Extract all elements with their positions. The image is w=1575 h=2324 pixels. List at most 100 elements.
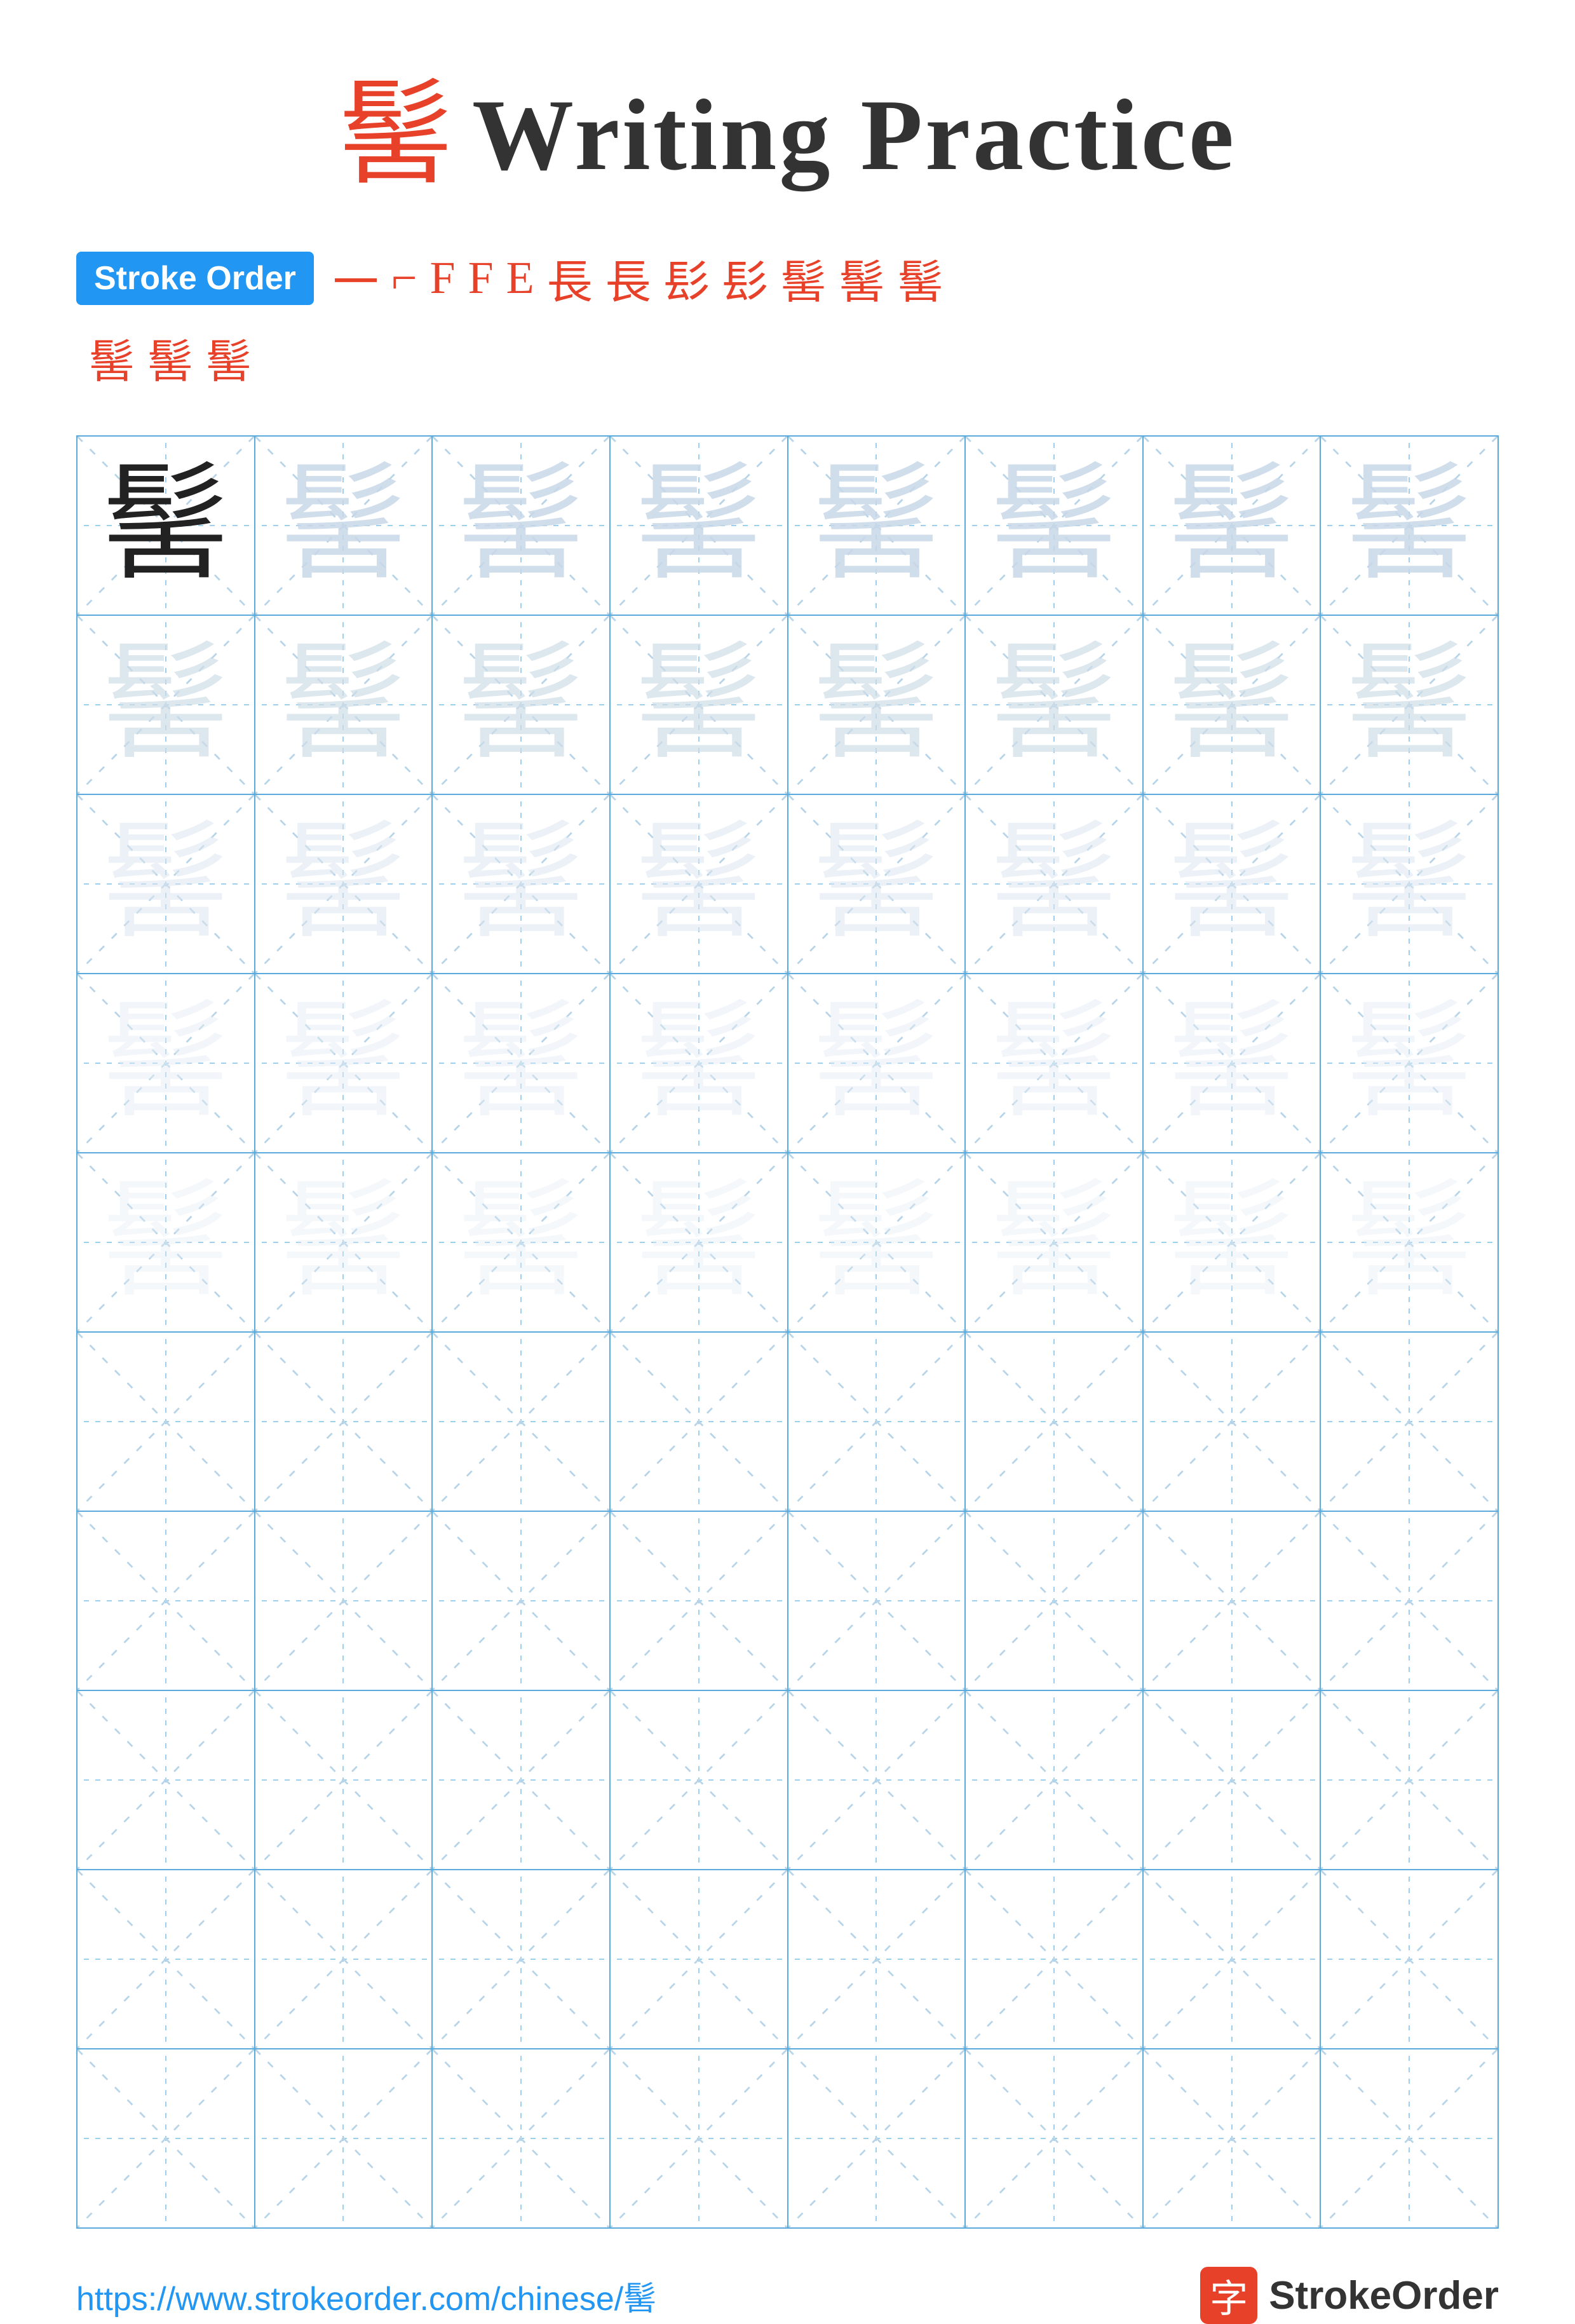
grid-cell[interactable] bbox=[1144, 2049, 1322, 2227]
grid-cell[interactable] bbox=[788, 1870, 966, 2048]
grid-cell[interactable] bbox=[966, 2049, 1144, 2227]
grid-cell[interactable] bbox=[966, 1870, 1144, 2048]
grid-cell[interactable] bbox=[255, 1691, 433, 1869]
grid-cell[interactable] bbox=[433, 1512, 611, 1690]
grid-cell[interactable] bbox=[1144, 1870, 1322, 2048]
grid-cell[interactable] bbox=[433, 1870, 611, 2048]
grid-cell[interactable] bbox=[433, 1691, 611, 1869]
diagonal-lines bbox=[611, 1512, 787, 1690]
grid-cell[interactable]: 髺 bbox=[966, 1153, 1144, 1331]
grid-cell[interactable]: 髺 bbox=[966, 437, 1144, 615]
grid-cell[interactable] bbox=[611, 1512, 788, 1690]
practice-character: 髺 bbox=[280, 462, 407, 589]
grid-cell[interactable]: 髺 bbox=[788, 1153, 966, 1331]
stroke-13: 髺 bbox=[89, 324, 135, 391]
grid-cell[interactable]: 髺 bbox=[255, 974, 433, 1152]
footer-url[interactable]: https://www.strokeorder.com/chinese/髺 bbox=[76, 2272, 656, 2320]
grid-cell[interactable] bbox=[788, 1333, 966, 1511]
grid-cell[interactable]: 髺 bbox=[1144, 974, 1322, 1152]
grid-cell[interactable] bbox=[966, 1691, 1144, 1869]
grid-cell[interactable]: 髺 bbox=[433, 616, 611, 794]
title-section: 髺 Writing Practice bbox=[339, 76, 1236, 194]
practice-character: 髺 bbox=[457, 641, 585, 768]
grid-cell[interactable]: 髺 bbox=[78, 795, 255, 973]
grid-cell[interactable] bbox=[1321, 1512, 1497, 1690]
grid-cell[interactable]: 髺 bbox=[1144, 616, 1322, 794]
grid-cell[interactable]: 髺 bbox=[611, 1153, 788, 1331]
grid-cell[interactable] bbox=[1321, 1870, 1497, 2048]
grid-cell[interactable]: 髺 bbox=[1321, 974, 1497, 1152]
grid-cell[interactable]: 髺 bbox=[788, 974, 966, 1152]
diagonal-lines bbox=[255, 1512, 432, 1690]
grid-cell[interactable]: 髺 bbox=[1321, 437, 1497, 615]
grid-cell[interactable] bbox=[966, 1512, 1144, 1690]
grid-cell[interactable]: 髺 bbox=[611, 437, 788, 615]
grid-cell[interactable]: 髺 bbox=[1144, 795, 1322, 973]
grid-cell[interactable] bbox=[78, 1691, 255, 1869]
grid-cell[interactable]: 髺 bbox=[788, 616, 966, 794]
grid-cell[interactable]: 髺 bbox=[78, 1153, 255, 1331]
grid-cell[interactable] bbox=[788, 1512, 966, 1690]
practice-character: 髺 bbox=[1168, 820, 1295, 948]
grid-cell[interactable]: 髺 bbox=[78, 437, 255, 615]
diagonal-lines bbox=[1321, 1512, 1497, 1690]
grid-cell[interactable]: 髺 bbox=[611, 974, 788, 1152]
grid-cell[interactable] bbox=[78, 1512, 255, 1690]
practice-character: 髺 bbox=[635, 820, 762, 948]
grid-cell[interactable] bbox=[1144, 1333, 1322, 1511]
grid-cell[interactable] bbox=[433, 2049, 611, 2227]
grid-cell[interactable]: 髺 bbox=[1321, 795, 1497, 973]
grid-cell[interactable] bbox=[255, 1512, 433, 1690]
grid-cell[interactable]: 髺 bbox=[788, 795, 966, 973]
grid-cell[interactable] bbox=[433, 1333, 611, 1511]
grid-cell[interactable]: 髺 bbox=[611, 795, 788, 973]
diagonal-lines bbox=[1144, 1870, 1320, 2048]
grid-cell[interactable]: 髺 bbox=[1144, 437, 1322, 615]
grid-cell[interactable] bbox=[78, 1333, 255, 1511]
grid-cell[interactable]: 髺 bbox=[788, 437, 966, 615]
grid-cell[interactable]: 髺 bbox=[255, 437, 433, 615]
grid-cell[interactable]: 髺 bbox=[966, 616, 1144, 794]
grid-cell[interactable]: 髺 bbox=[433, 437, 611, 615]
diagonal-lines bbox=[966, 1870, 1142, 2048]
stroke-12: 髺 bbox=[898, 245, 943, 311]
grid-cell[interactable] bbox=[1144, 1512, 1322, 1690]
grid-cell[interactable]: 髺 bbox=[255, 1153, 433, 1331]
grid-cell[interactable]: 髺 bbox=[611, 616, 788, 794]
grid-cell[interactable] bbox=[611, 1691, 788, 1869]
grid-row-4: 髺 髺 髺 髺 髺 髺 髺 bbox=[78, 974, 1497, 1153]
grid-cell[interactable]: 髺 bbox=[1321, 1153, 1497, 1331]
grid-cell[interactable]: 髺 bbox=[433, 795, 611, 973]
grid-cell[interactable] bbox=[1321, 1691, 1497, 1869]
grid-cell[interactable] bbox=[78, 1870, 255, 2048]
grid-cell[interactable]: 髺 bbox=[1321, 616, 1497, 794]
grid-cell[interactable] bbox=[966, 1333, 1144, 1511]
grid-cell[interactable] bbox=[611, 1870, 788, 2048]
grid-cell[interactable] bbox=[788, 1691, 966, 1869]
grid-cell[interactable] bbox=[1321, 2049, 1497, 2227]
grid-cell[interactable] bbox=[611, 2049, 788, 2227]
grid-cell[interactable] bbox=[788, 2049, 966, 2227]
grid-cell[interactable] bbox=[611, 1333, 788, 1511]
grid-cell[interactable] bbox=[1321, 1333, 1497, 1511]
grid-cell[interactable]: 髺 bbox=[433, 974, 611, 1152]
footer-logo-text: StrokeOrder bbox=[1269, 2273, 1499, 2318]
diagonal-lines bbox=[1321, 1691, 1497, 1869]
grid-cell[interactable]: 髺 bbox=[78, 974, 255, 1152]
grid-cell[interactable] bbox=[255, 1870, 433, 2048]
grid-cell[interactable]: 髺 bbox=[966, 974, 1144, 1152]
grid-cell[interactable]: 髺 bbox=[255, 795, 433, 973]
grid-cell[interactable]: 髺 bbox=[255, 616, 433, 794]
practice-character: 髺 bbox=[990, 1179, 1118, 1306]
grid-cell[interactable] bbox=[78, 2049, 255, 2227]
title-text: Writing Practice bbox=[472, 76, 1236, 194]
grid-cell[interactable] bbox=[1144, 1691, 1322, 1869]
grid-row-8 bbox=[78, 1691, 1497, 1870]
grid-cell[interactable]: 髺 bbox=[966, 795, 1144, 973]
grid-cell[interactable]: 髺 bbox=[433, 1153, 611, 1331]
diagonal-lines bbox=[78, 1870, 254, 2048]
grid-cell[interactable] bbox=[255, 2049, 433, 2227]
grid-cell[interactable]: 髺 bbox=[1144, 1153, 1322, 1331]
grid-cell[interactable] bbox=[255, 1333, 433, 1511]
grid-cell[interactable]: 髺 bbox=[78, 616, 255, 794]
